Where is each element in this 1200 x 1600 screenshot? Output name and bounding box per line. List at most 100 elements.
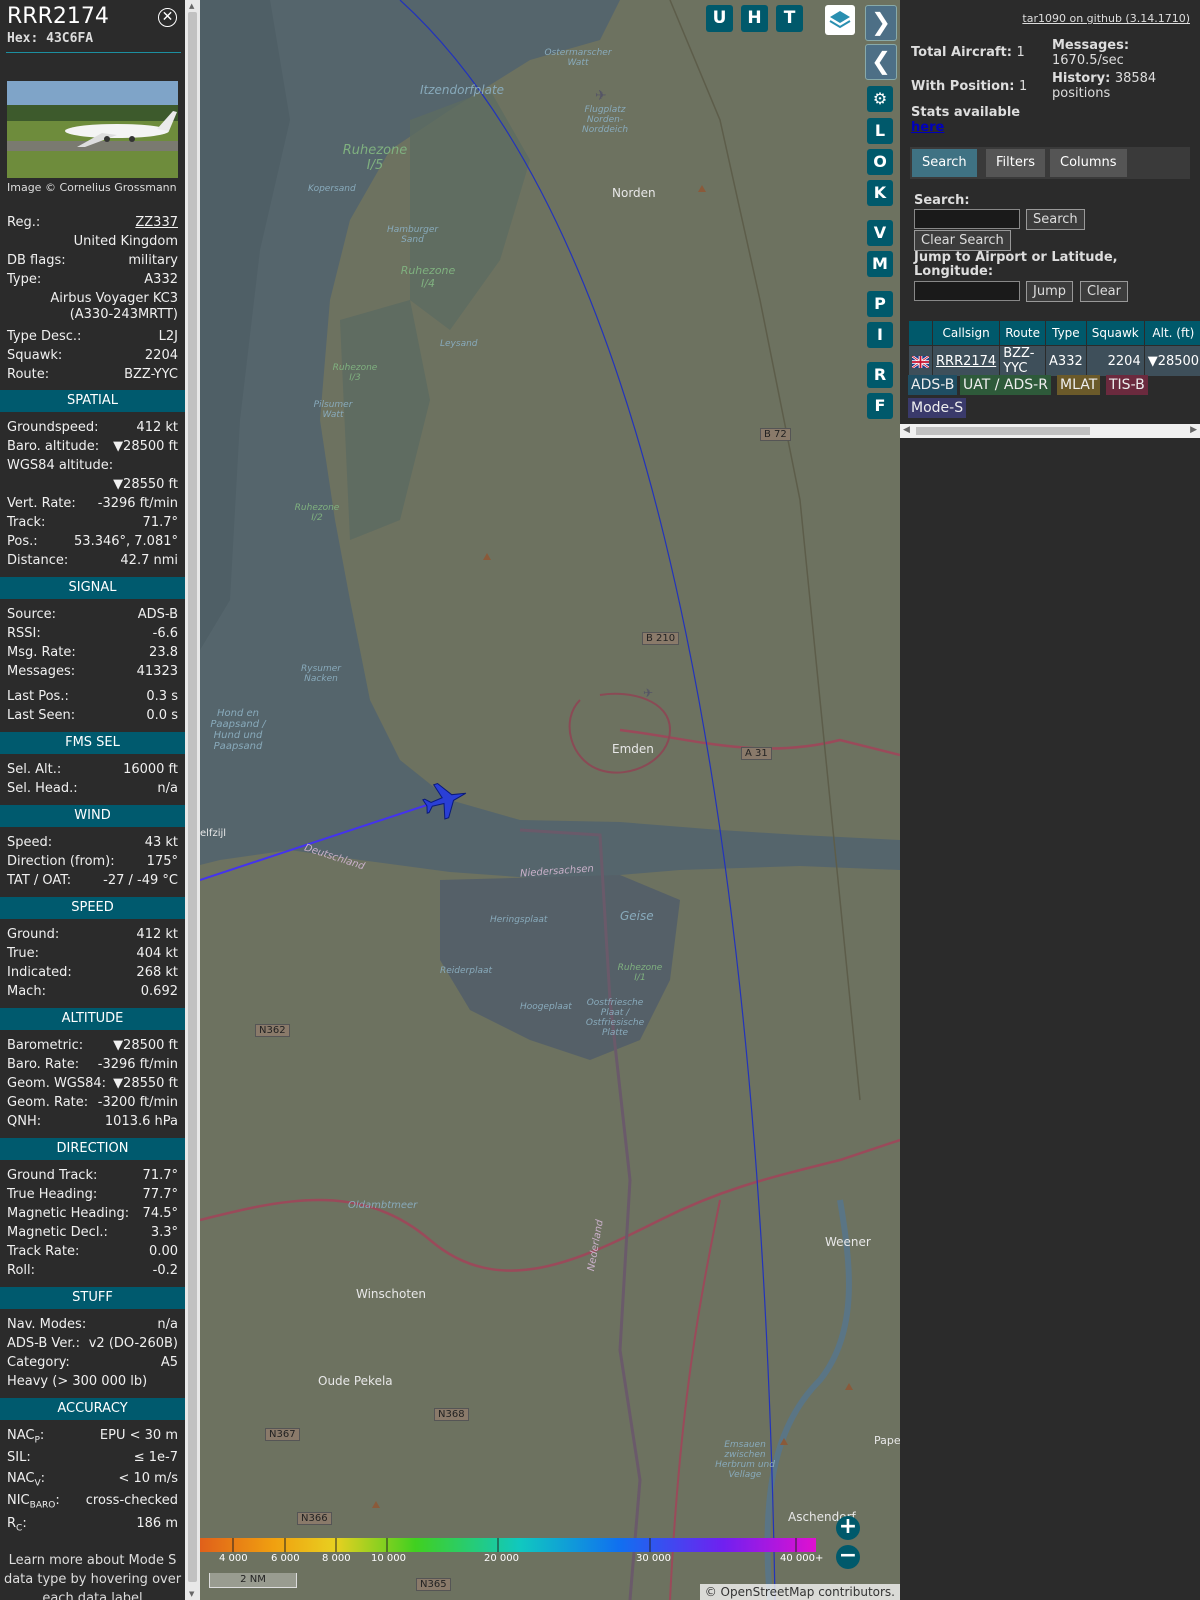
reg-link[interactable]: ZZ337	[135, 213, 178, 232]
toggle-o-button[interactable]: O	[867, 149, 893, 175]
clear-jump-button[interactable]: Clear	[1080, 281, 1128, 302]
lastseen-label[interactable]: Last Seen:	[7, 706, 75, 725]
column-header[interactable]: Squawk	[1085, 320, 1145, 346]
table-row[interactable]: RRR2174 BZZ-YYC A332 2204 ▼28500	[908, 345, 1200, 377]
info-panel-scrollbar[interactable]: ▲ ▼	[185, 0, 200, 1600]
jump-button[interactable]: Jump	[1026, 281, 1073, 302]
expand-sidebar-button[interactable]: ❮	[865, 44, 897, 80]
rc-label[interactable]: RC:	[7, 1514, 27, 1539]
toggle-l-button[interactable]: L	[867, 118, 893, 144]
vrate-label[interactable]: Vert. Rate:	[7, 494, 76, 513]
toggle-k-button[interactable]: K	[867, 180, 893, 206]
wind-dir-label[interactable]: Direction (from):	[7, 852, 115, 871]
category-label[interactable]: Category:	[7, 1353, 70, 1372]
mhead-label[interactable]: Magnetic Heading:	[7, 1204, 129, 1223]
baro-alt-label[interactable]: Baro. altitude:	[7, 437, 99, 456]
thead-label[interactable]: True Heading:	[7, 1185, 97, 1204]
column-header[interactable]: Callsign	[931, 320, 1001, 346]
source-label[interactable]: Source:	[7, 605, 56, 624]
aircraft-photo[interactable]	[7, 81, 178, 178]
scroll-right-icon[interactable]: ▶	[1190, 425, 1197, 435]
section-speed: SPEED	[0, 897, 185, 919]
github-link[interactable]: tar1090 on github (3.14.1710)	[1022, 12, 1190, 25]
adsbver-label[interactable]: ADS-B Ver.:	[7, 1334, 80, 1353]
true-speed-label[interactable]: True:	[7, 944, 39, 963]
sil-label[interactable]: SIL:	[7, 1448, 31, 1467]
rssi-label[interactable]: RSSI:	[7, 624, 41, 643]
barorate-label[interactable]: Baro. Rate:	[7, 1055, 79, 1074]
toggle-t-button[interactable]: T	[776, 5, 803, 32]
hscroll-thumb[interactable]	[916, 427, 1090, 435]
lastpos-label[interactable]: Last Pos.:	[7, 687, 69, 706]
nacp-label[interactable]: NACP:	[7, 1426, 44, 1451]
tab-columns[interactable]: Columns	[1050, 149, 1127, 177]
settings-button[interactable]: ⚙	[867, 86, 893, 112]
tat-value: -27 / -49 °C	[103, 873, 178, 888]
zoom-in-button[interactable]: +	[836, 1516, 860, 1540]
messages-label[interactable]: Messages:	[7, 662, 75, 681]
search-button[interactable]: Search	[1026, 209, 1085, 230]
roll-label[interactable]: Roll:	[7, 1261, 35, 1280]
nicbaro-label[interactable]: NICBARO:	[7, 1491, 60, 1516]
country-row: United Kingdom	[7, 232, 178, 251]
toggle-i-button[interactable]: I	[867, 322, 893, 348]
close-icon[interactable]: ✕	[158, 8, 177, 27]
jump-input[interactable]	[914, 281, 1020, 301]
ground-speed-label[interactable]: Ground:	[7, 925, 59, 944]
track-label[interactable]: Track:	[7, 513, 45, 532]
clear-search-button[interactable]: Clear Search	[914, 230, 1011, 251]
toggle-f-button[interactable]: F	[867, 393, 893, 419]
column-header[interactable]: Type	[1045, 320, 1087, 346]
mdecl-label[interactable]: Magnetic Decl.:	[7, 1223, 108, 1242]
qnh-label[interactable]: QNH:	[7, 1112, 41, 1131]
messages-value: 41323	[136, 664, 178, 679]
mach-label[interactable]: Mach:	[7, 982, 46, 1001]
distance-label[interactable]: Distance:	[7, 551, 68, 570]
geom-label[interactable]: Geom. WGS84:	[7, 1074, 106, 1093]
callsign-cell[interactable]: RRR2174	[931, 345, 1001, 377]
selalt-label[interactable]: Sel. Alt.:	[7, 760, 61, 779]
collapse-sidebar-button[interactable]: ❯	[865, 5, 897, 41]
groundspeed-label[interactable]: Groundspeed:	[7, 418, 98, 437]
nav-label[interactable]: Nav. Modes:	[7, 1315, 86, 1334]
msgrate-label[interactable]: Msg. Rate:	[7, 643, 76, 662]
table-horizontal-scrollbar[interactable]: ◀ ▶	[900, 424, 1200, 438]
wgs-alt-label[interactable]: WGS84 altitude:	[7, 456, 113, 475]
dbflags-label: DB flags:	[7, 253, 66, 268]
toggle-u-button[interactable]: U	[706, 5, 733, 32]
ias-label[interactable]: Indicated:	[7, 963, 72, 982]
nacv-label[interactable]: NACV:	[7, 1469, 45, 1494]
tab-filters[interactable]: Filters	[986, 149, 1045, 177]
geomrate-label[interactable]: Geom. Rate:	[7, 1093, 88, 1112]
scroll-left-icon[interactable]: ◀	[903, 425, 910, 435]
toggle-r-button[interactable]: R	[867, 362, 893, 388]
trate-label[interactable]: Track Rate:	[7, 1242, 79, 1261]
pos-label[interactable]: Pos.:	[7, 532, 38, 551]
map-attribution[interactable]: © OpenStreetMap contributors.	[699, 1584, 900, 1600]
toggle-h-button[interactable]: H	[741, 5, 768, 32]
wind-speed-label[interactable]: Speed:	[7, 833, 52, 852]
nacv-label-text: NAC	[7, 1471, 35, 1486]
stats-link[interactable]: here	[911, 120, 944, 135]
layers-button[interactable]	[825, 5, 855, 35]
sil-row: SIL: ≤ 1e-7	[7, 1448, 178, 1467]
scroll-down-icon[interactable]: ▼	[189, 1590, 194, 1598]
wind-speed-value: 43 kt	[144, 835, 178, 850]
selhead-label[interactable]: Sel. Head.:	[7, 779, 78, 798]
column-header[interactable]: Alt. (ft)	[1143, 320, 1200, 346]
search-input[interactable]	[914, 209, 1020, 229]
zoom-out-button[interactable]: −	[836, 1545, 860, 1569]
toggle-v-button[interactable]: V	[867, 220, 893, 246]
map-view[interactable]: ✈ ✈ Norden Emden Weener Winschoten Oude …	[200, 0, 900, 1600]
barometric-value: ▼28500 ft	[113, 1038, 178, 1053]
tab-search[interactable]: Search	[912, 149, 977, 177]
barometric-label[interactable]: Barometric:	[7, 1036, 83, 1055]
toggle-p-button[interactable]: P	[867, 291, 893, 317]
toggle-m-button[interactable]: M	[867, 251, 893, 277]
gtrack-label[interactable]: Ground Track:	[7, 1166, 97, 1185]
column-header[interactable]: Route	[999, 320, 1047, 346]
scroll-up-icon[interactable]: ▲	[189, 2, 194, 10]
messages-stat: Messages: 1670.5/sec	[1052, 38, 1192, 68]
scrollbar-thumb[interactable]	[188, 12, 197, 1582]
tat-label[interactable]: TAT / OAT:	[7, 871, 71, 890]
